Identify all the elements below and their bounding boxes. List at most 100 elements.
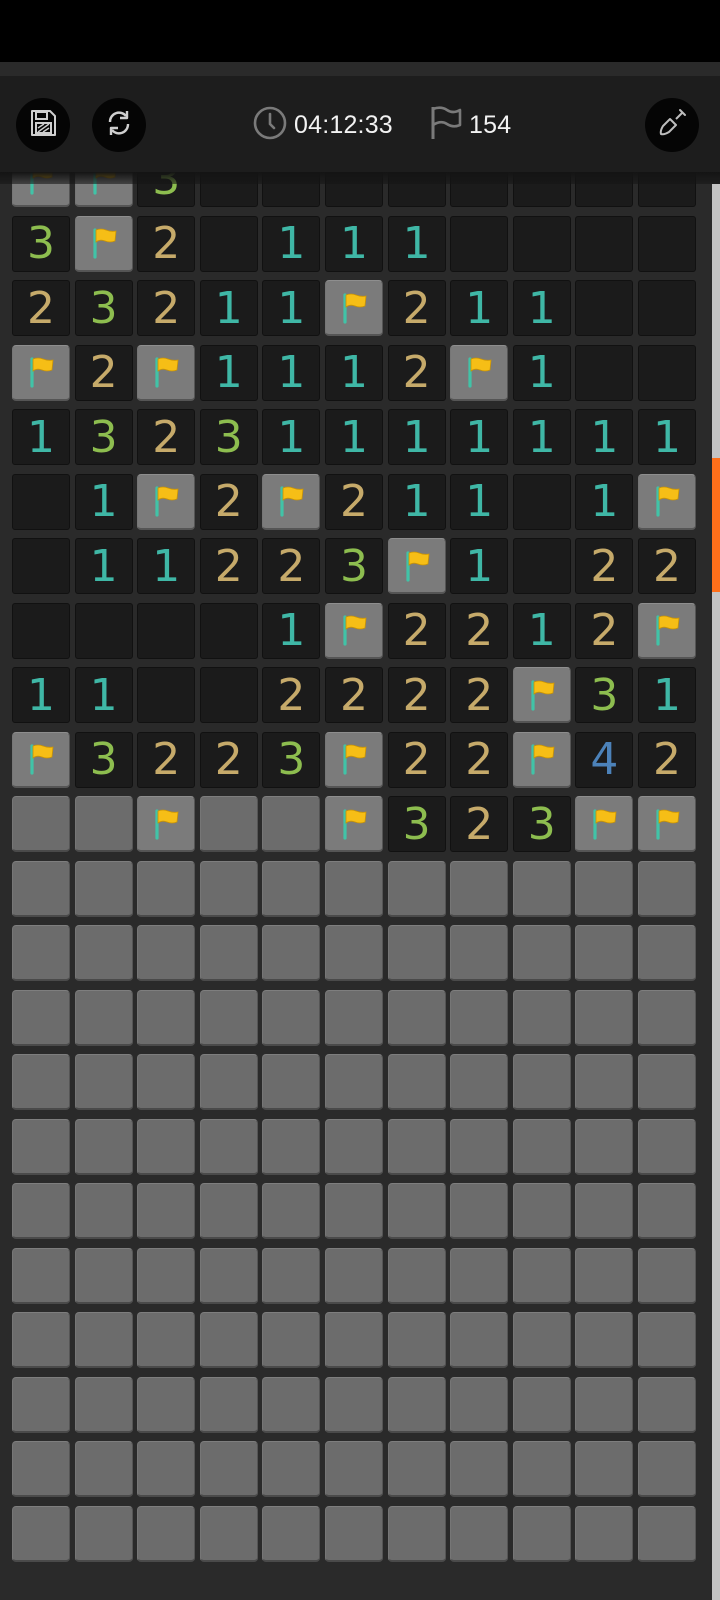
revealed-empty-cell[interactable] xyxy=(199,667,258,723)
hidden-cell[interactable] xyxy=(575,1247,634,1304)
hidden-cell[interactable] xyxy=(325,1505,383,1562)
number-cell[interactable]: 1 xyxy=(262,344,321,401)
number-cell[interactable]: 2 xyxy=(137,280,196,336)
hidden-cell[interactable] xyxy=(638,989,696,1046)
number-cell[interactable]: 3 xyxy=(575,667,634,723)
revealed-empty-cell[interactable] xyxy=(575,215,634,272)
number-cell[interactable]: 1 xyxy=(575,409,634,465)
flagged-cell[interactable] xyxy=(638,602,696,659)
number-cell[interactable]: 2 xyxy=(575,602,634,659)
flagged-cell[interactable] xyxy=(575,796,634,852)
flagged-cell[interactable] xyxy=(137,796,196,852)
number-cell[interactable]: 1 xyxy=(74,667,133,723)
number-cell[interactable]: 1 xyxy=(638,667,696,723)
hidden-cell[interactable] xyxy=(575,925,634,981)
number-cell[interactable]: 2 xyxy=(450,731,509,788)
number-cell[interactable]: 2 xyxy=(387,731,446,788)
hidden-cell[interactable] xyxy=(262,1505,321,1562)
number-cell[interactable]: 3 xyxy=(74,409,133,465)
hidden-cell[interactable] xyxy=(12,1247,70,1304)
hidden-cell[interactable] xyxy=(575,1183,634,1239)
hidden-cell[interactable] xyxy=(638,1312,696,1368)
number-cell[interactable]: 3 xyxy=(12,215,70,272)
number-cell[interactable]: 3 xyxy=(199,409,258,465)
hidden-cell[interactable] xyxy=(638,1376,696,1433)
hidden-cell[interactable] xyxy=(74,925,133,981)
number-cell[interactable]: 2 xyxy=(137,731,196,788)
number-cell[interactable]: 1 xyxy=(512,602,571,659)
hidden-cell[interactable] xyxy=(74,989,133,1046)
revealed-empty-cell[interactable] xyxy=(12,538,70,594)
number-cell[interactable]: 1 xyxy=(325,215,383,272)
number-cell[interactable]: 1 xyxy=(12,667,70,723)
flagged-cell[interactable] xyxy=(325,602,383,659)
number-cell[interactable]: 1 xyxy=(325,344,383,401)
number-cell[interactable]: 4 xyxy=(575,731,634,788)
hidden-cell[interactable] xyxy=(137,860,196,917)
hidden-cell[interactable] xyxy=(74,1118,133,1175)
number-cell[interactable]: 2 xyxy=(12,280,70,336)
number-cell[interactable]: 2 xyxy=(262,538,321,594)
hidden-cell[interactable] xyxy=(199,796,258,852)
hidden-cell[interactable] xyxy=(199,1247,258,1304)
hidden-cell[interactable] xyxy=(512,925,571,981)
number-cell[interactable]: 2 xyxy=(325,473,383,530)
number-cell[interactable]: 1 xyxy=(12,409,70,465)
revealed-empty-cell[interactable] xyxy=(638,215,696,272)
revealed-empty-cell[interactable] xyxy=(512,473,571,530)
hidden-cell[interactable] xyxy=(74,1247,133,1304)
hidden-cell[interactable] xyxy=(137,1183,196,1239)
number-cell[interactable]: 1 xyxy=(512,280,571,336)
hidden-cell[interactable] xyxy=(575,989,634,1046)
hidden-cell[interactable] xyxy=(262,1054,321,1110)
hidden-cell[interactable] xyxy=(512,1441,571,1497)
hidden-cell[interactable] xyxy=(137,1376,196,1433)
hidden-cell[interactable] xyxy=(512,1183,571,1239)
hidden-cell[interactable] xyxy=(638,1441,696,1497)
hidden-cell[interactable] xyxy=(450,1247,509,1304)
hidden-cell[interactable] xyxy=(450,860,509,917)
hidden-cell[interactable] xyxy=(12,1376,70,1433)
number-cell[interactable]: 1 xyxy=(74,538,133,594)
hidden-cell[interactable] xyxy=(262,1312,321,1368)
hidden-cell[interactable] xyxy=(450,1118,509,1175)
flagged-cell[interactable] xyxy=(638,796,696,852)
number-cell[interactable]: 3 xyxy=(262,731,321,788)
number-cell[interactable]: 1 xyxy=(262,280,321,336)
scrollbar-track[interactable] xyxy=(712,184,720,1600)
number-cell[interactable]: 1 xyxy=(387,473,446,530)
hidden-cell[interactable] xyxy=(387,1312,446,1368)
revealed-empty-cell[interactable] xyxy=(12,602,70,659)
hidden-cell[interactable] xyxy=(450,1505,509,1562)
hidden-cell[interactable] xyxy=(325,1054,383,1110)
hidden-cell[interactable] xyxy=(512,1376,571,1433)
number-cell[interactable]: 2 xyxy=(199,473,258,530)
hidden-cell[interactable] xyxy=(12,925,70,981)
number-cell[interactable]: 3 xyxy=(387,796,446,852)
hidden-cell[interactable] xyxy=(387,1376,446,1433)
hidden-cell[interactable] xyxy=(450,1312,509,1368)
scrollbar-thumb[interactable] xyxy=(712,458,720,592)
hidden-cell[interactable] xyxy=(387,1247,446,1304)
hidden-cell[interactable] xyxy=(137,1054,196,1110)
number-cell[interactable]: 2 xyxy=(74,344,133,401)
hidden-cell[interactable] xyxy=(387,1505,446,1562)
hidden-cell[interactable] xyxy=(137,1312,196,1368)
hidden-cell[interactable] xyxy=(575,1441,634,1497)
hidden-cell[interactable] xyxy=(325,1441,383,1497)
hidden-cell[interactable] xyxy=(387,925,446,981)
hidden-cell[interactable] xyxy=(137,989,196,1046)
number-cell[interactable]: 2 xyxy=(387,344,446,401)
hidden-cell[interactable] xyxy=(137,1505,196,1562)
hidden-cell[interactable] xyxy=(638,1183,696,1239)
flagged-cell[interactable] xyxy=(137,344,196,401)
hidden-cell[interactable] xyxy=(74,1376,133,1433)
hidden-cell[interactable] xyxy=(450,1376,509,1433)
hidden-cell[interactable] xyxy=(12,1054,70,1110)
hidden-cell[interactable] xyxy=(12,1312,70,1368)
flagged-cell[interactable] xyxy=(325,731,383,788)
hidden-cell[interactable] xyxy=(12,796,70,852)
revealed-empty-cell[interactable] xyxy=(74,602,133,659)
flagged-cell[interactable] xyxy=(387,538,446,594)
hidden-cell[interactable] xyxy=(387,989,446,1046)
